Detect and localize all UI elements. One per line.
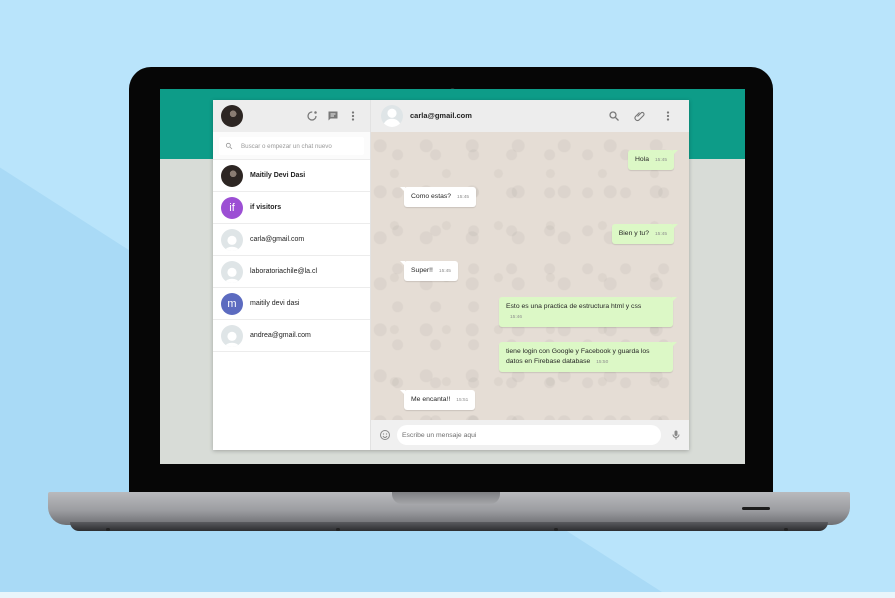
contact-name: Maitily Devi Dasi [250,172,306,179]
chat-footer: Escribe un mensaje aqui [371,420,689,450]
contact-list: Maitily Devi Dasi if if visitors carla@gmai… [213,160,370,352]
message-incoming: Super!! 15:45 [400,261,458,281]
laptop-foot [336,528,340,531]
laptop-base-bottom [70,522,828,531]
contact-avatar [221,325,243,347]
contact-name: carla@gmail.com [250,236,305,243]
contact-avatar: m [221,293,243,315]
message-text: Me encanta!! [411,396,451,403]
laptop-foot [554,528,558,531]
contact-item[interactable]: carla@gmail.com [213,224,370,256]
contact-item[interactable]: Maitily Devi Dasi [213,160,370,192]
chat-title: carla@gmail.com [410,111,472,120]
chat-app-window: Buscar o empezar un chat nuevo Maitily D… [213,100,689,450]
menu-icon[interactable] [346,109,360,123]
message-time: 15:45 [457,195,470,200]
contact-item[interactable]: m maitily devi dasi [213,288,370,320]
message-time: 15:45 [438,269,451,274]
message-text: Super!! [411,267,433,274]
message-text: Como estas? [411,193,452,200]
laptop-led [742,507,770,510]
contact-avatar: if [221,197,243,219]
message-incoming: Como estas? 15:45 [399,187,477,207]
message-outgoing: Hola 15:45 [628,150,678,170]
search-icon [225,142,233,150]
user-avatar[interactable] [221,105,243,127]
contact-name: maitily devi dasi [250,300,300,307]
contact-name: laboratoriachile@la.cl [250,268,318,275]
contact-avatar[interactable] [381,105,403,127]
sidebar: Buscar o empezar un chat nuevo Maitily D… [213,100,371,450]
message-time: 15:51 [456,398,469,403]
chat-header: carla@gmail.com [371,100,689,132]
contact-avatar [221,261,243,283]
message-incoming: Me encanta!! 15:51 [399,390,476,410]
message-outgoing: Bien y tu? 15:45 [611,224,679,244]
message-outgoing: tiene login con Google y Facebook y guar… [499,342,677,372]
search-icon[interactable] [607,109,621,123]
search-placeholder: Buscar o empezar un chat nuevo [241,142,332,150]
laptop-foot [106,528,110,531]
message-area: Hola 15:45 Como estas? 15:45 Bien y tu? 15:… [371,132,689,420]
contact-item[interactable]: andrea@gmail.com [213,320,370,352]
message-input[interactable]: Escribe un mensaje aqui [397,425,661,445]
avatar-letter: m [227,298,237,310]
new-chat-icon[interactable] [326,109,340,123]
avatar-letter: if [229,202,235,214]
message-text: Bien y tu? [618,230,649,237]
menu-icon[interactable] [661,109,675,123]
status-icon[interactable] [305,109,319,123]
laptop-notch [392,492,500,504]
contact-name: if visitors [250,204,282,211]
message-time: 15:45 [654,232,667,237]
search-input[interactable]: Buscar o empezar un chat nuevo [219,137,364,155]
sidebar-header [213,100,370,132]
contact-item[interactable]: laboratoriachile@la.cl [213,256,370,288]
contact-avatar [221,165,243,187]
message-outgoing: Esto es una practica de estructura html … [499,297,677,327]
message-text: tiene login con Google y Facebook y guar… [506,348,650,365]
message-time: 15:45 [654,158,667,163]
attach-icon[interactable] [633,109,647,123]
contact-item[interactable]: if if visitors [213,192,370,224]
message-time: 15:50 [596,359,609,365]
background-strip [0,592,895,598]
contact-avatar [221,229,243,251]
message-text: Esto es una practica de estructura html … [506,303,642,310]
chat-panel: carla@gmail.com Hola 15:45 Como estas? 15:… [371,100,689,450]
contact-name: andrea@gmail.com [250,332,311,339]
message-text: Hola [635,156,649,163]
search-bar: Buscar o empezar un chat nuevo [213,132,370,160]
microphone-icon[interactable] [669,428,683,442]
emoji-icon[interactable] [378,428,392,442]
message-time: 15:46 [510,314,523,320]
laptop-foot [784,528,788,531]
